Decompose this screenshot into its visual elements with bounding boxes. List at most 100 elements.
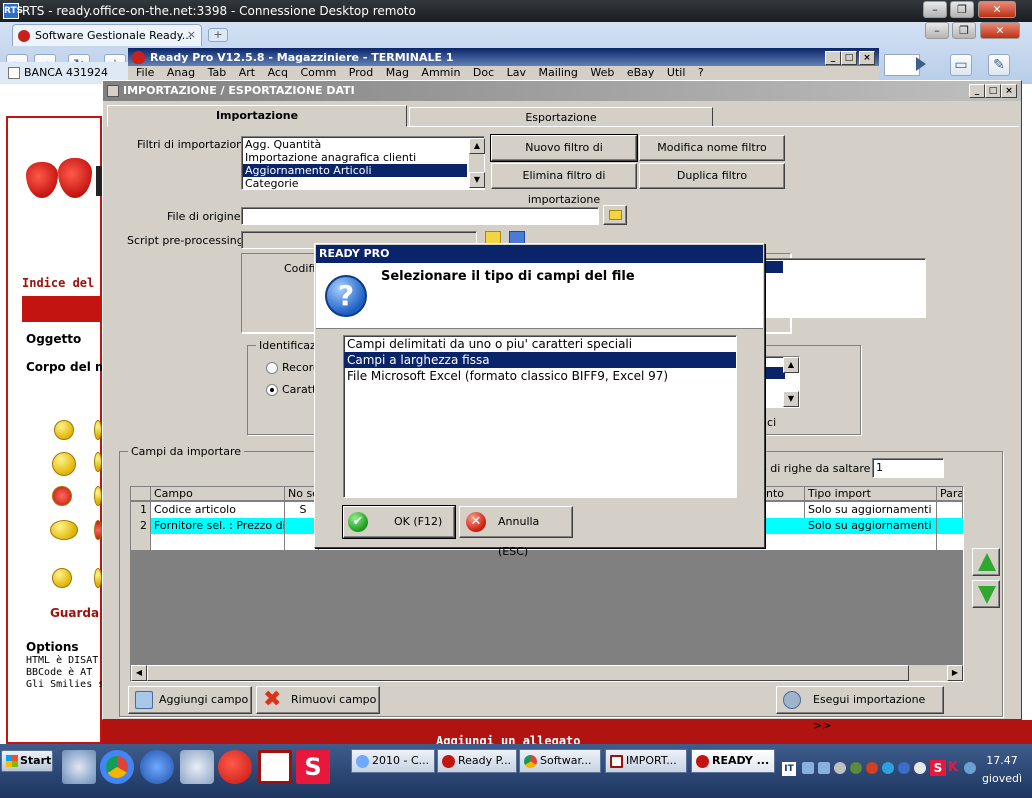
clock-day[interactable]: giovedì — [976, 772, 1028, 785]
readypro-minimize-button[interactable]: _ — [825, 51, 841, 65]
strawberry-icon[interactable] — [218, 750, 252, 784]
clock-time[interactable]: 17.47 — [976, 754, 1028, 767]
tray-icon[interactable] — [802, 762, 814, 774]
field-type-option[interactable]: Campi delimitati da uno o piu' caratteri… — [344, 336, 736, 352]
wrench-icon[interactable]: ✎ — [988, 54, 1010, 76]
taskbar-item-active[interactable]: READY ... — [691, 749, 775, 773]
grid-hscrollbar[interactable]: ◀ ▶ — [131, 665, 963, 681]
delete-filter-button[interactable]: Elimina filtro di importazione — [491, 163, 637, 206]
import-close-button[interactable]: × — [1001, 84, 1017, 98]
chrome-icon[interactable] — [100, 750, 134, 784]
tray-icon[interactable] — [882, 762, 894, 774]
scroll-left-icon[interactable]: ◀ — [131, 665, 147, 681]
tab-close-icon[interactable]: × — [187, 28, 196, 41]
tab-importazione[interactable]: Importazione — [107, 105, 407, 127]
scroll-thumb[interactable] — [147, 665, 909, 681]
field-type-option-selected[interactable]: Campi a larghezza fissa — [344, 352, 736, 368]
taskbar-item[interactable]: 2010 - C... — [351, 749, 435, 773]
duplicate-filter-button[interactable]: Duplica filtro — [639, 163, 785, 189]
start-button[interactable]: Start — [1, 750, 53, 772]
smiley-icon[interactable] — [94, 420, 102, 440]
rename-filter-button[interactable]: Modifica nome filtro — [639, 135, 785, 161]
coding-list[interactable] — [762, 258, 926, 318]
taskbar-item[interactable]: Ready P... — [437, 749, 517, 773]
remove-field-button[interactable]: ✖ Rimuovi campo — [256, 686, 380, 714]
source-file-input[interactable] — [241, 207, 599, 225]
scroll-right-icon[interactable]: ▶ — [947, 665, 963, 681]
k-tray-icon[interactable]: K — [948, 760, 962, 776]
readypro-close-button[interactable]: × — [859, 51, 875, 65]
taskbar-item[interactable]: Softwar... — [519, 749, 601, 773]
tab-esportazione[interactable]: Esportazione — [409, 107, 713, 127]
rdp-close-button[interactable]: ✕ — [978, 1, 1016, 18]
guarda-link[interactable]: Guarda — [50, 606, 99, 620]
ok-button[interactable]: ✔ OK (F12) — [342, 505, 456, 539]
row-field[interactable]: Codice articolo — [151, 502, 285, 518]
new-filter-button[interactable]: Nuovo filtro di importazione — [490, 134, 638, 178]
ident-list[interactable]: ▲ ▼ — [760, 356, 800, 408]
browser-tab[interactable]: Software Gestionale Ready... × — [12, 24, 202, 46]
idea-smiley-icon[interactable] — [52, 568, 72, 588]
app-icon[interactable] — [258, 750, 292, 784]
filter-item[interactable]: Categorie — [243, 177, 467, 190]
grid-header-cell[interactable]: Campo — [151, 487, 285, 501]
row-type[interactable]: Solo su aggiornamenti — [805, 502, 937, 518]
radio-record[interactable] — [266, 362, 278, 374]
browse-folder-button[interactable] — [603, 205, 627, 225]
filters-list[interactable]: Agg. Quantità Importazione anagrafica cl… — [241, 136, 485, 190]
browser-restore-button[interactable]: ❐ — [952, 22, 976, 39]
scroll-down-icon[interactable]: ▼ — [469, 172, 485, 188]
field-type-list[interactable]: Campi delimitati da uno o piu' caratteri… — [343, 335, 737, 498]
language-icon[interactable]: IT — [782, 762, 796, 776]
new-tab-button[interactable]: + — [208, 28, 228, 42]
tray-icon[interactable] — [914, 762, 926, 774]
tray-icon[interactable] — [866, 762, 878, 774]
row-type[interactable]: Solo su aggiornamenti — [805, 518, 937, 534]
scroll-up-icon[interactable]: ▲ — [469, 138, 485, 154]
go-arrow-icon[interactable] — [916, 57, 926, 71]
grid-header-cell[interactable]: nto — [763, 487, 805, 501]
grid-header-cell[interactable]: Tipo import — [805, 487, 937, 501]
row-cell[interactable] — [937, 502, 963, 518]
radio-caratteri[interactable] — [266, 384, 278, 396]
smiley-icon[interactable] — [94, 520, 102, 540]
skip-rows-input[interactable]: 1 — [872, 458, 944, 478]
attach-link[interactable]: Aggiungi un allegato — [436, 734, 581, 744]
scroll-up-icon[interactable]: ▲ — [783, 357, 799, 373]
coding-selected-row[interactable] — [763, 261, 783, 273]
add-field-button[interactable]: Aggiungi campo — [128, 686, 252, 714]
browser-minimize-button[interactable]: – — [925, 22, 949, 39]
address-bar-end[interactable] — [884, 54, 920, 76]
scroll-down-icon[interactable]: ▼ — [783, 391, 799, 407]
filters-scrollbar[interactable]: ▲ ▼ — [468, 138, 485, 188]
eyes-smiley-icon[interactable] — [52, 452, 76, 476]
readypro-menubar[interactable]: File Anag Tab Art Acq Comm Prod Mag Ammi… — [128, 66, 879, 80]
filter-item-selected[interactable]: Aggiornamento Articoli — [243, 164, 467, 177]
wave-smiley-icon[interactable] — [50, 520, 78, 540]
grid-header-cell[interactable] — [131, 487, 151, 501]
network-icon[interactable] — [180, 750, 214, 784]
row-field[interactable]: Fornitore sel. : Prezzo di ... — [151, 518, 285, 534]
s-app-icon[interactable]: S — [296, 750, 330, 784]
move-down-button[interactable] — [972, 580, 1000, 608]
row-type[interactable] — [805, 534, 937, 550]
tray-icon[interactable] — [850, 762, 862, 774]
angry-smiley-icon[interactable] — [52, 486, 72, 506]
filter-item[interactable]: Importazione anagrafica clienti — [243, 151, 467, 164]
thunderbird-icon[interactable] — [140, 750, 174, 784]
tray-icon[interactable] — [834, 762, 846, 774]
import-minimize-button[interactable]: _ — [969, 84, 985, 98]
s-tray-icon[interactable]: S — [930, 760, 946, 776]
run-import-button[interactable]: Esegui importazione >> — [776, 686, 944, 732]
user-tray-icon[interactable] — [964, 762, 976, 774]
row-cell[interactable] — [763, 502, 805, 518]
smiley-icon[interactable] — [94, 568, 102, 588]
move-up-button[interactable] — [972, 548, 1000, 576]
grid-header-cell[interactable]: Para — [937, 487, 963, 501]
row-field[interactable] — [151, 534, 285, 550]
tray-icon[interactable] — [818, 762, 830, 774]
readypro-maximize-button[interactable]: □ — [841, 51, 857, 65]
rdp-maximize-button[interactable]: ❐ — [950, 1, 974, 18]
filter-item[interactable]: Agg. Quantità — [243, 138, 467, 151]
computer-icon[interactable] — [62, 750, 96, 784]
